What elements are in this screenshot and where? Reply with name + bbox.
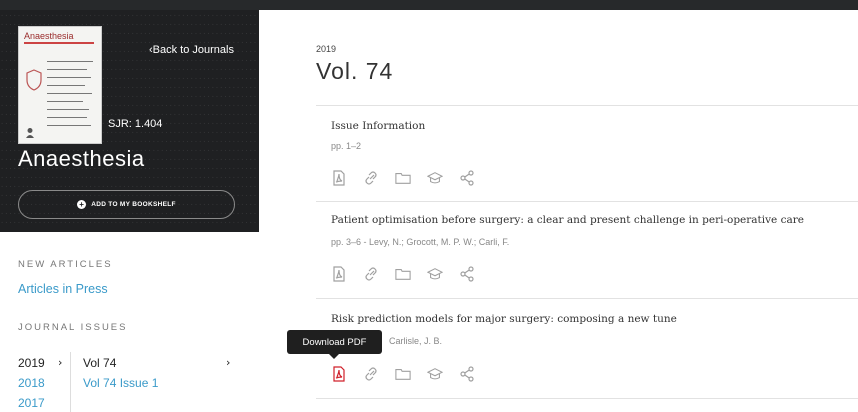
pdf-icon[interactable] (331, 366, 347, 382)
journal-header-panel: ........................................… (0, 10, 259, 232)
add-to-bookshelf-button[interactable]: + ADD TO MY BOOKSHELF (18, 190, 235, 219)
cover-title: Anaesthesia (24, 31, 74, 41)
article-actions (331, 366, 475, 382)
volume-item-vol-74[interactable]: Vol 74 (83, 356, 116, 370)
journal-name: Anaesthesia (18, 146, 145, 171)
link-icon[interactable] (363, 366, 379, 382)
article-meta: Carlisle, J. B. (389, 336, 443, 346)
year-2018[interactable]: 2018 (18, 376, 45, 390)
issue-year: 2019 (316, 44, 337, 54)
article-actions (331, 170, 475, 186)
articles-in-press-link[interactable]: Articles in Press (18, 282, 108, 296)
article-meta: pp. 1–2 (331, 141, 362, 151)
back-to-journals-link[interactable]: ‹Back to Journals (149, 44, 234, 56)
journal-cover: Anaesthesia (18, 26, 102, 144)
folder-icon[interactable] (395, 366, 411, 382)
sjr-score: SJR: 1.404 (108, 118, 163, 130)
graduation-cap-icon[interactable] (427, 266, 443, 282)
new-articles-label: NEW ARTICLES (18, 259, 113, 270)
cover-crest-icon (26, 69, 42, 91)
year-2017[interactable]: 2017 (18, 396, 45, 410)
article-title[interactable]: Patient optimisation before surgery: a c… (331, 214, 804, 226)
folder-icon[interactable] (395, 266, 411, 282)
link-icon[interactable] (363, 170, 379, 186)
journal-issues-label: JOURNAL ISSUES (18, 322, 128, 333)
article-title[interactable]: Issue Information (331, 120, 425, 132)
share-icon[interactable] (459, 366, 475, 382)
year-2019[interactable]: 2019 (18, 356, 45, 370)
chevron-right-icon[interactable]: › (226, 356, 230, 369)
article-meta: pp. 3–6 - Levy, N.; Grocott, M. P. W.; C… (331, 237, 510, 247)
top-bar (0, 0, 858, 10)
download-pdf-tooltip: Download PDF (287, 330, 382, 359)
share-icon[interactable] (459, 266, 475, 282)
graduation-cap-icon[interactable] (427, 366, 443, 382)
plus-icon: + (77, 200, 87, 209)
volume-item-vol-74-issue-1[interactable]: Vol 74 Issue 1 (83, 376, 158, 390)
graduation-cap-icon[interactable] (427, 170, 443, 186)
article-actions (331, 266, 475, 282)
volume-title: Vol. 74 (316, 58, 394, 84)
link-icon[interactable] (363, 266, 379, 282)
pdf-icon[interactable] (331, 266, 347, 282)
pdf-icon[interactable] (331, 170, 347, 186)
share-icon[interactable] (459, 170, 475, 186)
chevron-right-icon: › (58, 356, 63, 369)
cover-person-icon (26, 128, 34, 138)
folder-icon[interactable] (395, 170, 411, 186)
article-title[interactable]: Risk prediction models for major surgery… (331, 313, 677, 325)
